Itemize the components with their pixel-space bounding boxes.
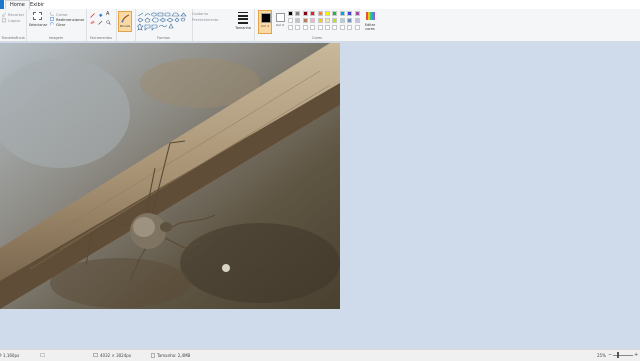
color-swatch[interactable]: [288, 25, 293, 30]
cut-button[interactable]: Recortar: [8, 12, 24, 17]
zoom-out-button[interactable]: −: [608, 352, 612, 358]
copy-button[interactable]: Copiar: [8, 18, 20, 23]
color-swatch[interactable]: [288, 18, 293, 23]
color-swatch[interactable]: [325, 18, 330, 23]
fill-button[interactable]: Preenchimento: [192, 18, 218, 22]
spider-photo: [0, 43, 340, 309]
magnifier-icon[interactable]: [106, 20, 111, 25]
clipboard-group: Recortar Copiar Transferência: [0, 9, 27, 41]
color-swatch[interactable]: [317, 25, 323, 30]
file-size: Tamanho: 2,4MB: [157, 353, 191, 358]
edit-colors-button[interactable]: Editar cores: [362, 23, 378, 31]
file-tab[interactable]: [0, 0, 4, 9]
color-swatch[interactable]: [332, 25, 338, 30]
shapes-group-label: Formas: [157, 36, 170, 40]
color-picker-icon[interactable]: [98, 20, 103, 25]
color-swatch[interactable]: [302, 11, 308, 16]
image-group: Selecionar Cortar Redimensionar Girar Im…: [26, 9, 87, 41]
brush-icon: [121, 14, 130, 23]
color-swatch[interactable]: [354, 18, 360, 23]
zoom-slider-thumb[interactable]: [617, 352, 619, 358]
color-swatch[interactable]: [325, 25, 330, 30]
status-bar: 1,160px 4032 × 3024px Tamanho: 2,4MB 25%…: [0, 349, 640, 361]
color1-label: Cor 1: [260, 24, 270, 28]
color-swatch[interactable]: [317, 11, 323, 16]
tools-group-label: Ferramentas: [89, 36, 113, 40]
shapes-gallery[interactable]: [137, 12, 189, 32]
color-swatch[interactable]: [339, 11, 345, 16]
rotate-icon: [50, 22, 54, 26]
colors-group-label: Cores: [312, 36, 322, 40]
color-swatch[interactable]: [302, 25, 308, 30]
tab-view[interactable]: Exibir: [26, 1, 48, 9]
color-swatch[interactable]: [354, 11, 360, 16]
ribbon: Recortar Copiar Transferência Selecionar…: [0, 9, 640, 42]
color-swatch[interactable]: [295, 18, 301, 23]
zoom-in-button[interactable]: +: [634, 352, 638, 358]
brushes-group: Pincéis: [116, 9, 136, 41]
color2-swatch: [276, 13, 285, 22]
clipboard-group-label: Transferência: [1, 36, 25, 40]
colors-group: Cor 1 Cor 2 Editar cores Cores: [254, 9, 380, 41]
color-swatch[interactable]: [295, 25, 301, 30]
color1-swatch: [261, 13, 271, 23]
color-swatch[interactable]: [310, 25, 316, 30]
contour-button[interactable]: Contorno: [192, 12, 208, 16]
copy-icon: [2, 18, 6, 23]
crop-icon: [50, 12, 54, 16]
image-group-label: Imagem: [48, 36, 64, 40]
zoom-level: 25%: [597, 353, 606, 358]
cursor-position: 1,160px: [3, 353, 20, 358]
rotate-button[interactable]: Girar: [56, 22, 65, 27]
select-button[interactable]: Selecionar: [26, 23, 50, 27]
pencil-icon[interactable]: [90, 13, 95, 18]
eraser-icon[interactable]: [90, 20, 95, 25]
resize-icon: [50, 17, 54, 21]
color-swatch[interactable]: [332, 11, 338, 16]
color2-label: Cor 2: [275, 23, 285, 27]
color-swatch[interactable]: [339, 18, 345, 23]
color-swatch[interactable]: [325, 11, 330, 16]
color1-button[interactable]: Cor 1: [258, 10, 272, 34]
color-swatch[interactable]: [310, 18, 316, 23]
color-swatch[interactable]: [339, 25, 345, 30]
color-swatch[interactable]: [302, 18, 308, 23]
selection-size-icon: [40, 353, 45, 357]
color-swatch[interactable]: [332, 18, 338, 23]
color-swatch[interactable]: [310, 11, 316, 16]
ribbon-tabs: Home Exibir: [0, 0, 640, 10]
color-swatch[interactable]: [354, 25, 360, 30]
color-swatch[interactable]: [288, 11, 293, 16]
image-dimensions: 4032 × 3024px: [100, 353, 132, 358]
zoom-slider[interactable]: [613, 355, 633, 356]
scissors-icon: [2, 12, 7, 17]
color-swatch[interactable]: [347, 25, 353, 30]
color-swatch[interactable]: [347, 11, 353, 16]
tools-group: A Ferramentas: [86, 9, 117, 41]
color-swatch[interactable]: [347, 18, 353, 23]
color-swatch[interactable]: [295, 11, 301, 16]
brushes-label: Pincéis: [119, 24, 131, 28]
cursor-position-icon: [0, 353, 2, 357]
file-size-icon: [151, 353, 155, 358]
text-icon[interactable]: A: [106, 12, 111, 17]
color-swatch[interactable]: [317, 18, 323, 23]
color2-button[interactable]: Cor 2: [274, 10, 286, 34]
fill-icon[interactable]: [98, 13, 103, 18]
size-group: Tamanho: [232, 9, 255, 41]
brushes-button[interactable]: Pincéis: [118, 11, 132, 32]
image-size-icon: [93, 353, 98, 357]
edit-colors-icon: [366, 12, 375, 20]
shapes-group: Contorno Preenchimento Formas: [135, 9, 218, 41]
canvas-image[interactable]: [0, 43, 340, 309]
select-icon: [33, 12, 42, 20]
size-label: Tamanho: [235, 26, 251, 30]
